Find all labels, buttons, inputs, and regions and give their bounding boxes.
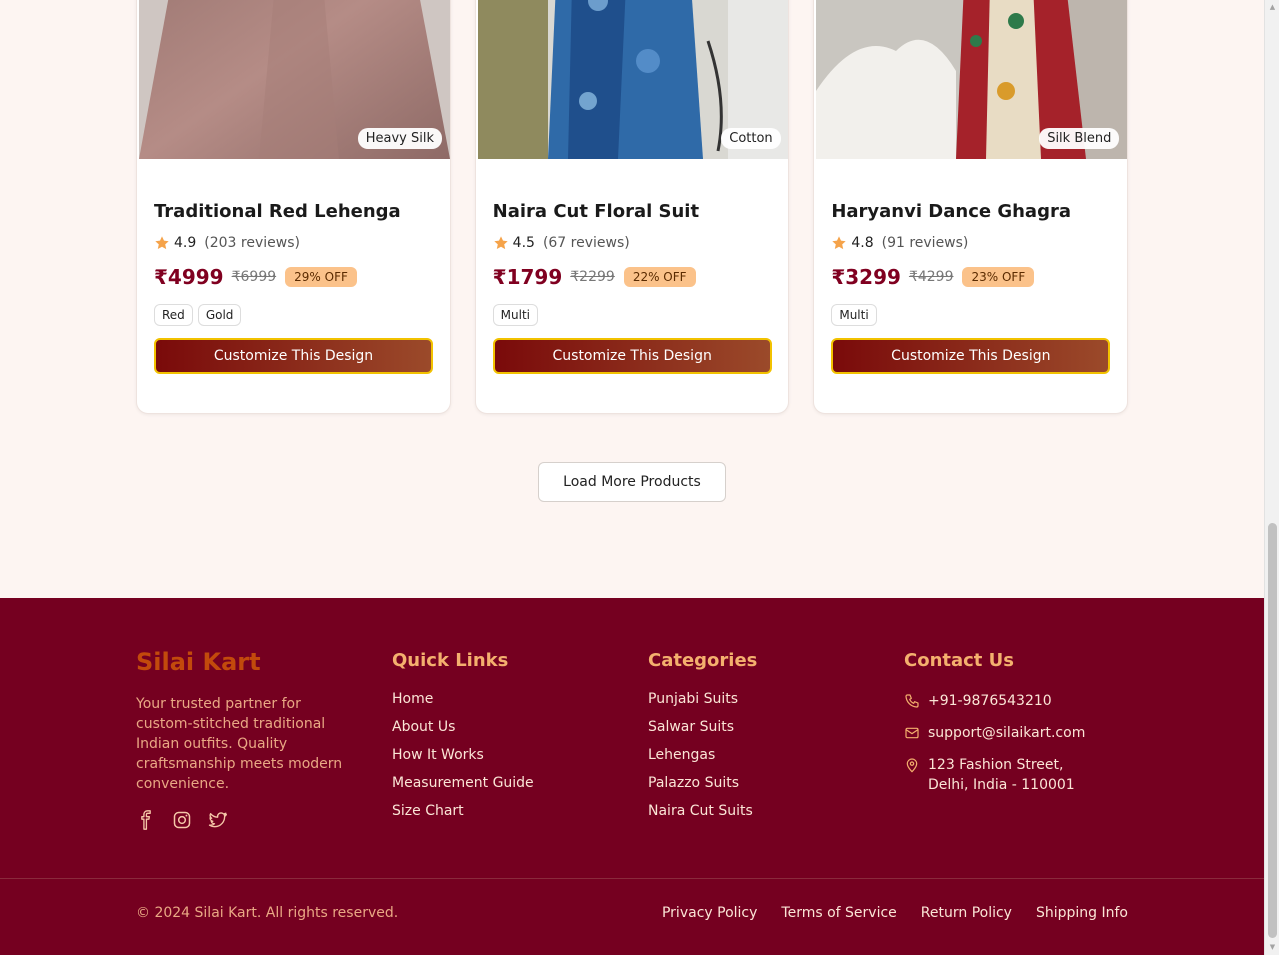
- customize-button[interactable]: Customize This Design: [831, 338, 1111, 374]
- shipping-info-link[interactable]: Shipping Info: [1036, 905, 1128, 921]
- footer-link-about[interactable]: About Us: [392, 718, 534, 746]
- page-scrollbar[interactable]: ▲ ▼: [1264, 0, 1279, 955]
- footer-link-size-chart[interactable]: Size Chart: [392, 802, 534, 830]
- mail-icon: [905, 727, 919, 739]
- fabric-badge: Heavy Silk: [357, 128, 442, 149]
- price: ₹3299: [831, 265, 901, 289]
- review-count: (67 reviews): [542, 235, 630, 251]
- category-link-salwar-suits[interactable]: Salwar Suits: [648, 718, 757, 746]
- product-image[interactable]: Silk Blend: [816, 0, 1128, 159]
- contact-phone[interactable]: +91-9876543210: [904, 691, 1085, 711]
- quick-links-heading: Quick Links: [392, 650, 509, 671]
- original-price: ₹2299: [570, 269, 615, 285]
- legal-links: Privacy Policy Terms of Service Return P…: [662, 905, 1128, 921]
- review-count: (91 reviews): [881, 235, 969, 251]
- price: ₹4999: [154, 265, 224, 289]
- fabric-badge: Silk Blend: [1039, 128, 1120, 149]
- categories-column: Categories Punjabi Suits Salwar Suits Le…: [648, 650, 757, 830]
- customize-button[interactable]: Customize This Design: [492, 338, 772, 374]
- categories-heading: Categories: [648, 650, 758, 671]
- phone-number[interactable]: +91-9876543210: [928, 691, 1052, 711]
- load-more-button[interactable]: Load More Products: [538, 462, 726, 502]
- location-pin-icon: [906, 758, 918, 773]
- category-link-palazzo-suits[interactable]: Palazzo Suits: [648, 774, 757, 802]
- privacy-policy-link[interactable]: Privacy Policy: [662, 905, 757, 921]
- price-row: ₹3299 ₹4299 23% OFF: [831, 265, 1111, 289]
- color-tags: Multi: [492, 304, 773, 326]
- product-card[interactable]: Silk Blend Haryanvi Dance Ghagra 4.8 (91…: [813, 0, 1129, 414]
- color-tag: Red: [154, 304, 193, 326]
- phone-icon: [905, 694, 919, 708]
- product-image[interactable]: Heavy Silk: [139, 0, 450, 159]
- address-line-2: Delhi, India - 110001: [928, 777, 1075, 793]
- color-tag: Gold: [197, 304, 242, 326]
- star-icon: [832, 236, 847, 250]
- star-icon: [155, 236, 169, 250]
- footer-brand[interactable]: Silai Kart: [136, 648, 261, 676]
- color-tags: Red Gold: [154, 304, 434, 326]
- footer-link-measurement-guide[interactable]: Measurement Guide: [392, 774, 534, 802]
- original-price: ₹6999: [231, 269, 277, 285]
- footer-divider: [0, 878, 1264, 879]
- twitter-icon[interactable]: [208, 810, 228, 830]
- page: Heavy Silk Traditional Red Lehenga 4.9 (…: [0, 0, 1264, 955]
- rating: 4.8 (91 reviews): [831, 234, 1111, 252]
- contact-address: 123 Fashion Street, Delhi, India - 11000…: [904, 755, 1085, 795]
- price-row: ₹1799 ₹2299 22% OFF: [492, 265, 773, 289]
- footer: Silai Kart Your trusted partner for cust…: [0, 598, 1264, 955]
- footer-link-home[interactable]: Home: [392, 690, 534, 718]
- copyright: © 2024 Silai Kart. All rights reserved.: [136, 905, 399, 921]
- color-tag: Multi: [492, 304, 539, 326]
- customize-button[interactable]: Customize This Design: [154, 338, 433, 374]
- rating: 4.9 (203 reviews): [154, 234, 434, 252]
- discount-badge: 22% OFF: [623, 267, 696, 287]
- scroll-down-arrow-icon[interactable]: ▼: [1265, 940, 1279, 955]
- category-link-naira-cut-suits[interactable]: Naira Cut Suits: [648, 802, 757, 830]
- category-link-lehengas[interactable]: Lehengas: [648, 746, 757, 774]
- contact-email[interactable]: support@silaikart.com: [904, 723, 1085, 743]
- review-count: (203 reviews): [204, 235, 300, 251]
- product-title[interactable]: Traditional Red Lehenga: [154, 201, 434, 225]
- product-card[interactable]: Cotton Naira Cut Floral Suit 4.5 (67 rev…: [474, 0, 790, 414]
- original-price: ₹4299: [908, 269, 954, 285]
- quick-links-column: Quick Links Home About Us How It Works M…: [392, 650, 534, 830]
- facebook-icon[interactable]: [136, 810, 156, 830]
- discount-badge: 29% OFF: [285, 267, 357, 287]
- footer-description: Your trusted partner for custom-stitched…: [136, 696, 343, 792]
- color-tag: Multi: [831, 304, 877, 326]
- contact-column: Contact Us +91-9876543210 support@silaik…: [904, 650, 1085, 795]
- instagram-icon[interactable]: [172, 810, 192, 830]
- email-address[interactable]: support@silaikart.com: [928, 723, 1085, 743]
- rating-value: 4.9: [174, 235, 197, 251]
- product-title[interactable]: Naira Cut Floral Suit: [493, 201, 773, 225]
- rating-value: 4.8: [851, 235, 874, 251]
- product-card[interactable]: Heavy Silk Traditional Red Lehenga 4.9 (…: [136, 0, 451, 414]
- product-grid: Heavy Silk Traditional Red Lehenga 4.9 (…: [136, 0, 1129, 414]
- rating-value: 4.5: [512, 235, 535, 251]
- footer-link-how-it-works[interactable]: How It Works: [392, 746, 534, 774]
- discount-badge: 23% OFF: [962, 267, 1035, 287]
- category-link-punjabi-suits[interactable]: Punjabi Suits: [648, 690, 757, 718]
- contact-heading: Contact Us: [904, 650, 1015, 671]
- product-image[interactable]: Cotton: [477, 0, 789, 159]
- social-links: [136, 810, 228, 830]
- rating: 4.5 (67 reviews): [493, 234, 773, 252]
- star-icon: [494, 236, 508, 250]
- price-row: ₹4999 ₹6999 29% OFF: [154, 265, 434, 289]
- scroll-up-arrow-icon[interactable]: ▲: [1265, 0, 1279, 15]
- fabric-badge: Cotton: [721, 128, 781, 149]
- return-policy-link[interactable]: Return Policy: [921, 905, 1012, 921]
- price: ₹1799: [492, 265, 563, 289]
- terms-of-service-link[interactable]: Terms of Service: [781, 905, 896, 921]
- scrollbar-thumb[interactable]: [1268, 523, 1277, 938]
- address-line-1: 123 Fashion Street,: [928, 757, 1064, 773]
- product-title[interactable]: Haryanvi Dance Ghagra: [831, 201, 1111, 225]
- color-tags: Multi: [831, 304, 1111, 326]
